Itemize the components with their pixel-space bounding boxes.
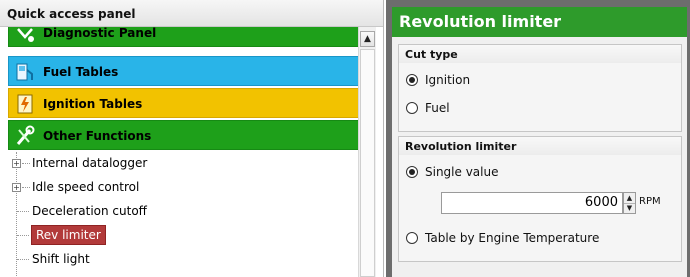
fuel-icon <box>16 63 33 81</box>
tree-item-label: Idle speed control <box>32 180 140 194</box>
rpm-spinner[interactable]: ▲ ▼ <box>623 192 636 214</box>
tree-item-label-selected: Rev limiter <box>31 225 106 245</box>
category-ignition-tables[interactable]: Ignition Tables <box>8 88 360 118</box>
radio-label: Ignition <box>425 73 471 87</box>
category-label: Other Functions <box>43 129 152 143</box>
category-diagnostic-panel[interactable]: Diagnostic Panel <box>8 27 360 47</box>
tree-item-label: Internal datalogger <box>32 156 148 170</box>
tree-item-label: Shift light <box>32 252 90 266</box>
radio-selected-icon[interactable] <box>406 74 418 86</box>
tree-connector <box>17 235 29 236</box>
tree-connector <box>17 211 29 212</box>
scroll-up-button[interactable]: ▲ <box>360 31 375 47</box>
category-other-functions[interactable]: Other Functions <box>8 120 360 150</box>
category-fuel-tables[interactable]: Fuel Tables <box>8 56 360 86</box>
radio-label: Table by Engine Temperature <box>425 231 600 245</box>
vertical-scrollbar[interactable]: ▲ <box>358 27 376 277</box>
radio-selected-icon[interactable] <box>406 166 418 178</box>
revolution-limiter-group: Revolution limiter Single value 6000 ▲ ▼… <box>398 136 682 262</box>
panel-title: Revolution limiter <box>392 7 687 37</box>
rpm-unit-label: RPM <box>639 196 661 207</box>
quick-access-panel: Quick access panel Diagnostic Panel Fuel… <box>0 0 384 277</box>
tools-icon <box>16 125 35 145</box>
expand-icon[interactable]: + <box>12 159 21 168</box>
expand-icon[interactable]: + <box>12 183 21 192</box>
spin-down-icon[interactable]: ▼ <box>624 203 635 213</box>
tree-connector <box>17 259 29 260</box>
tree-connector <box>22 163 30 164</box>
settings-panel-frame: Revolution limiter Cut type Ignition Fue… <box>386 0 690 277</box>
radio-unselected-icon[interactable] <box>406 232 418 244</box>
group-title: Revolution limiter <box>399 137 681 155</box>
quick-access-list: Diagnostic Panel Fuel Tables Ignition Ta… <box>0 27 367 277</box>
ignition-icon <box>17 94 33 114</box>
cut-type-group: Cut type Ignition Fuel <box>398 44 682 132</box>
radio-label: Single value <box>425 165 499 179</box>
tree-connector <box>22 187 30 188</box>
group-title: Cut type <box>399 45 681 63</box>
radio-unselected-icon[interactable] <box>406 102 418 114</box>
scroll-thumb[interactable] <box>360 49 375 277</box>
quick-access-panel-title: Quick access panel <box>0 0 383 27</box>
stethoscope-icon <box>17 28 34 42</box>
settings-panel: Revolution limiter Cut type Ignition Fue… <box>392 7 687 277</box>
category-label: Fuel Tables <box>43 65 119 79</box>
radio-label: Fuel <box>425 101 450 115</box>
tree-item-label: Deceleration cutoff <box>32 204 147 218</box>
category-label: Ignition Tables <box>43 97 143 111</box>
category-label: Diagnostic Panel <box>43 27 157 40</box>
rpm-value-input[interactable]: 6000 <box>441 192 623 214</box>
